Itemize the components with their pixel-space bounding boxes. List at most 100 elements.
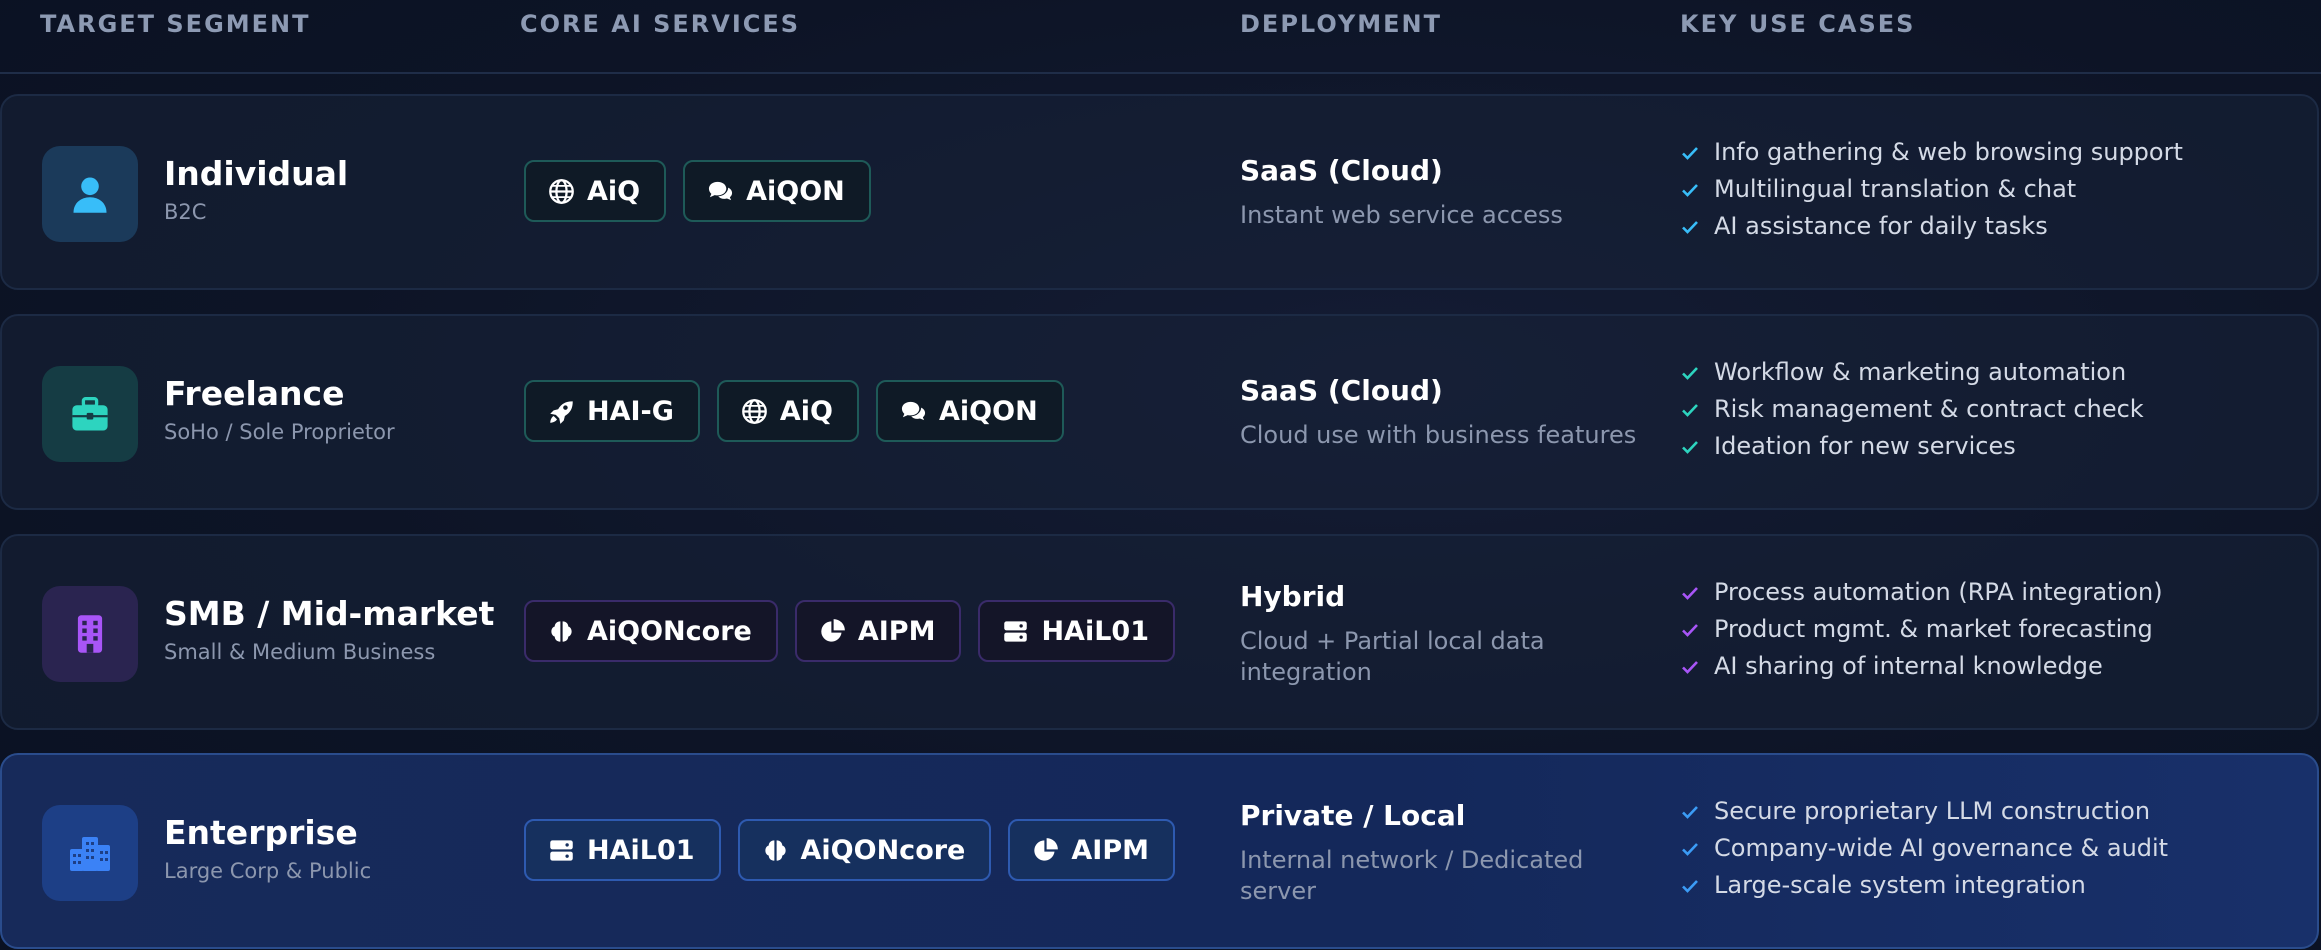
deployment-desc: Instant web service access — [1240, 201, 1563, 229]
service-chip-aiqon[interactable]: AiQON — [876, 380, 1064, 442]
segment-row-smb: SMB / Mid-market Small & Medium Business… — [0, 534, 2319, 730]
list-item: AI assistance for daily tasks — [1680, 208, 2183, 245]
service-chip-hail01[interactable]: HAiL01 — [524, 819, 721, 881]
check-icon — [1682, 879, 1698, 893]
segment-title: Enterprise — [164, 813, 358, 852]
building-icon — [42, 586, 138, 682]
check-icon — [1682, 623, 1698, 637]
service-chips: HAiL01 AiQONcore AIPM — [524, 819, 1175, 881]
segment-subtitle: SoHo / Sole Proprietor — [164, 420, 395, 444]
list-item: Company-wide AI governance & audit — [1680, 830, 2168, 867]
service-chip-label: AiQ — [587, 175, 641, 207]
header-deployment: DEPLOYMENT — [1240, 10, 1443, 38]
use-case-text: AI assistance for daily tasks — [1714, 212, 2048, 240]
header-key-use-cases: KEY USE CASES — [1680, 10, 1916, 38]
server-icon — [1004, 620, 1028, 642]
use-case-list: Secure proprietary LLM construction Comp… — [1680, 793, 2168, 904]
service-chips: HAI-G AiQ AiQON — [524, 380, 1064, 442]
deployment-title: SaaS (Cloud) — [1240, 154, 1443, 187]
service-chip-aipm[interactable]: AIPM — [794, 600, 962, 662]
city-icon — [42, 805, 138, 901]
segment-row-freelance: Freelance SoHo / Sole Proprietor HAI-G A… — [0, 314, 2319, 510]
service-chips: AiQONcore AIPM HAiL01 — [524, 600, 1175, 662]
deployment-desc: Internal network / Dedicated server — [1240, 846, 1584, 905]
service-chip-label: AiQON — [746, 175, 845, 207]
use-case-text: Company-wide AI governance & audit — [1714, 834, 2169, 862]
use-case-text: Process automation (RPA integration) — [1714, 578, 2163, 606]
service-chip-label: HAI-G — [587, 395, 674, 427]
check-icon — [1682, 440, 1698, 454]
service-chip-aiq[interactable]: AiQ — [524, 160, 667, 222]
segment-subtitle: Small & Medium Business — [164, 640, 436, 664]
list-item: AI sharing of internal knowledge — [1680, 648, 2163, 685]
list-item: Process automation (RPA integration) — [1680, 574, 2163, 611]
service-chip-label: HAiL01 — [1041, 615, 1149, 647]
service-chip-label: AiQONcore — [587, 615, 752, 647]
use-case-list: Info gathering & web browsing support Mu… — [1680, 134, 2183, 245]
use-case-text: Multilingual translation & chat — [1714, 175, 2077, 203]
deployment-title: Private / Local — [1240, 799, 1466, 832]
service-chip-hail01[interactable]: HAiL01 — [978, 600, 1175, 662]
chat-bubbles-icon — [901, 401, 926, 420]
header-core-ai-services: CORE AI SERVICES — [520, 10, 801, 38]
list-item: Secure proprietary LLM construction — [1680, 793, 2168, 830]
use-case-text: Secure proprietary LLM construction — [1714, 797, 2151, 825]
pie-chart-icon — [821, 618, 845, 642]
use-case-text: Ideation for new services — [1714, 432, 2016, 460]
globe-icon — [742, 398, 767, 424]
use-case-list: Process automation (RPA integration) Pro… — [1680, 574, 2163, 685]
check-icon — [1682, 842, 1698, 856]
deployment-title: SaaS (Cloud) — [1240, 374, 1443, 407]
service-chip-aiqoncore[interactable]: AiQONcore — [737, 819, 992, 881]
segment-row-enterprise: Enterprise Large Corp & Public HAiL01 Ai… — [0, 753, 2319, 949]
chat-bubbles-icon — [709, 181, 733, 200]
list-item: Risk management & contract check — [1680, 391, 2144, 428]
globe-icon — [549, 178, 574, 204]
use-case-list: Workflow & marketing automation Risk man… — [1680, 354, 2144, 465]
segment-title: Individual — [164, 154, 349, 193]
service-chip-label: AIPM — [857, 615, 936, 647]
service-chips: AiQ AiQON — [524, 160, 871, 222]
use-case-text: Large-scale system integration — [1714, 871, 2086, 899]
list-item: Workflow & marketing automation — [1680, 354, 2144, 391]
check-icon — [1682, 146, 1698, 160]
rocket-icon — [550, 400, 573, 424]
check-icon — [1682, 586, 1698, 600]
briefcase-icon — [42, 366, 138, 462]
use-case-text: AI sharing of internal knowledge — [1714, 652, 2103, 680]
use-case-text: Product mgmt. & market forecasting — [1714, 615, 2153, 643]
service-chip-label: AiQONcore — [800, 834, 966, 866]
server-icon — [550, 839, 573, 861]
list-item: Info gathering & web browsing support — [1680, 134, 2183, 171]
check-icon — [1682, 183, 1698, 197]
service-chip-aipm[interactable]: AIPM — [1008, 819, 1175, 881]
service-chip-aiqon[interactable]: AiQON — [683, 160, 871, 222]
deployment-desc: Cloud + Partial local data integration — [1240, 627, 1545, 686]
deployment-title: Hybrid — [1240, 580, 1346, 613]
service-chip-label: AiQ — [779, 395, 834, 427]
list-item: Product mgmt. & market forecasting — [1680, 611, 2163, 648]
segment-subtitle: B2C — [164, 200, 207, 224]
segment-title: SMB / Mid-market — [164, 594, 495, 633]
service-chip-hai-g[interactable]: HAI-G — [524, 380, 700, 442]
use-case-text: Risk management & contract check — [1714, 395, 2144, 423]
service-chip-aiqoncore[interactable]: AiQONcore — [524, 600, 778, 662]
segment-title: Freelance — [164, 374, 345, 413]
use-case-text: Info gathering & web browsing support — [1714, 138, 2183, 166]
deployment-desc: Cloud use with business features — [1240, 421, 1637, 449]
check-icon — [1682, 805, 1698, 819]
segment-row-individual: Individual B2C AiQ AiQON SaaS (Cloud) In… — [0, 94, 2319, 290]
list-item: Multilingual translation & chat — [1680, 171, 2183, 208]
use-case-text: Workflow & marketing automation — [1714, 358, 2127, 386]
header-target-segment: TARGET SEGMENT — [40, 10, 311, 38]
service-chip-aiq[interactable]: AiQ — [716, 380, 860, 442]
table-header: TARGET SEGMENT CORE AI SERVICES DEPLOYME… — [0, 0, 2321, 74]
brain-icon — [764, 839, 786, 861]
check-icon — [1682, 220, 1698, 234]
check-icon — [1682, 403, 1698, 417]
pie-chart-icon — [1034, 837, 1059, 861]
brain-icon — [551, 620, 572, 642]
segment-subtitle: Large Corp & Public — [164, 859, 372, 883]
list-item: Ideation for new services — [1680, 428, 2144, 465]
service-chip-label: AiQON — [939, 395, 1038, 427]
